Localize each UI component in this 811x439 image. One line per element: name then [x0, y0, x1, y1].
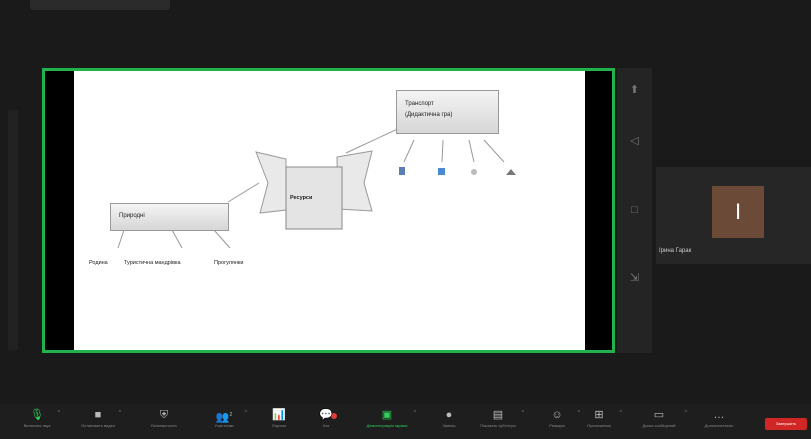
chevron-up-icon[interactable]: ^	[414, 410, 416, 416]
more-button[interactable]: … Дополнительно	[690, 407, 748, 437]
square-icon[interactable]: □	[627, 203, 642, 218]
annotation-side-panel: ⬆ ◁ □ ⇲	[617, 68, 652, 353]
whiteboard-label: Доска сообщений	[642, 423, 676, 428]
participants-count: 2	[229, 412, 233, 418]
captions-label: Показать субтитры	[480, 423, 516, 428]
natural-resources-box: Природні	[110, 203, 229, 231]
stop-video-label: Остановить видео	[80, 423, 116, 428]
apps-button[interactable]: ⊞ ^ Приложения	[570, 407, 628, 437]
stop-video-button[interactable]: ■ ^ Остановить видео	[69, 407, 127, 437]
avatar: І	[712, 186, 764, 238]
chevron-up-icon[interactable]: ^	[245, 410, 247, 416]
more-icon: …	[713, 409, 725, 421]
walks-label: Прогулянки	[214, 260, 244, 266]
captions-button[interactable]: ▤ ^ Показать субтитры	[466, 407, 530, 437]
chevron-up-icon[interactable]: ^	[620, 410, 622, 416]
natural-resources-label: Природні	[119, 213, 145, 219]
top-tab[interactable]	[30, 0, 170, 10]
left-edge-handle[interactable]	[8, 110, 18, 350]
participants-label: Участники	[214, 423, 234, 428]
tram-icon	[399, 167, 405, 175]
apps-label: Приложения	[587, 423, 611, 428]
security-button[interactable]: ⛨ Безопасность	[135, 407, 193, 437]
share-screen-button[interactable]: ▣ ^ Демонстрация экрана	[352, 407, 422, 437]
shared-slide: Природні Транспорт (Дидактична гра) Ресу…	[74, 71, 585, 350]
whiteboard-icon: ▭	[653, 409, 665, 421]
pointer-icon[interactable]: ⬆	[627, 83, 642, 98]
mute-button[interactable]: 🎙 ^ Включить звук	[8, 407, 66, 437]
chevron-up-icon[interactable]: ^	[119, 410, 121, 416]
chevron-up-icon[interactable]: ^	[522, 410, 524, 416]
captions-icon: ▤	[492, 409, 504, 421]
share-screen-label: Демонстрация экрана	[366, 423, 408, 428]
participants-button[interactable]: 👥2 ^ Участники	[195, 407, 253, 437]
transport-label: Транспорт	[405, 101, 434, 107]
chat-icon: 💬	[319, 409, 333, 421]
chat-label: Чат	[322, 423, 330, 428]
transport-sublabel: (Дидактична гра)	[405, 112, 453, 118]
transport-box: Транспорт (Дидактична гра)	[396, 90, 499, 134]
chevron-up-icon[interactable]: ^	[685, 410, 687, 416]
bicycle-icon	[471, 169, 477, 175]
car-icon	[438, 168, 445, 175]
chat-button[interactable]: 💬 Чат	[297, 407, 355, 437]
more-label: Дополнительно	[704, 423, 734, 428]
prev-icon[interactable]: ◁	[627, 134, 642, 149]
end-meeting-button[interactable]: Завершить	[765, 418, 807, 430]
share-screen-icon: ▣	[381, 409, 393, 421]
resources-label: Ресурси	[290, 195, 313, 201]
whiteboard-button[interactable]: ▭ ^ Доска сообщений	[625, 407, 693, 437]
boat-icon	[506, 169, 516, 175]
security-label: Безопасность	[151, 423, 177, 428]
mute-label: Включить звук	[23, 423, 51, 428]
shield-icon: ⛨	[159, 409, 169, 421]
chevron-up-icon[interactable]: ^	[58, 410, 60, 416]
family-label: Родина	[89, 260, 108, 266]
participant-name: Ірина Гарак	[659, 248, 692, 254]
fullscreen-icon[interactable]: ⇲	[627, 271, 642, 286]
tourist-trip-label: Туристична мандрівка	[124, 260, 181, 266]
